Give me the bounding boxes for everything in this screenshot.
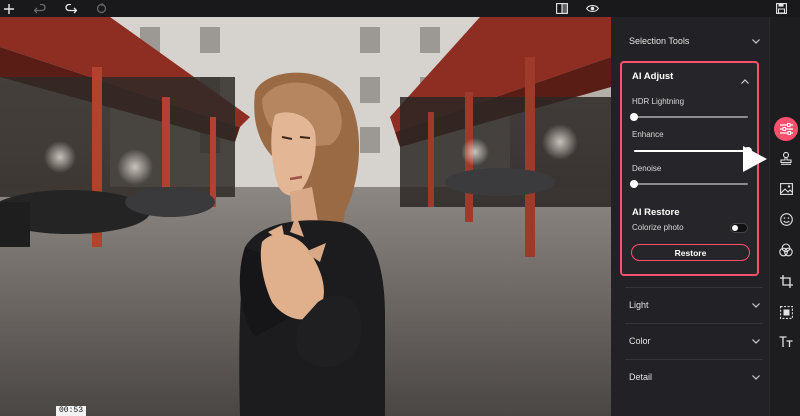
colorize-photo-toggle[interactable] — [730, 223, 748, 233]
photo-canvas[interactable]: 00:53 — [0, 17, 611, 416]
divider — [625, 359, 763, 360]
colorize-photo-label: Colorize photo — [632, 223, 684, 232]
video-timestamp: 00:53 — [56, 406, 87, 416]
top-toolbar — [0, 0, 800, 17]
section-label: Detail — [629, 372, 653, 382]
section-label: Light — [629, 300, 649, 310]
section-selection-tools[interactable]: Selection Tools — [629, 33, 761, 49]
slider-knob[interactable] — [630, 180, 638, 188]
chevron-down-icon — [751, 336, 761, 346]
sliders-icon[interactable] — [774, 117, 798, 141]
section-light[interactable]: Light — [629, 297, 761, 313]
toggle-knob — [732, 225, 738, 231]
save-icon[interactable] — [772, 0, 790, 17]
divider — [625, 287, 763, 288]
pointer-cursor-icon — [742, 145, 768, 178]
denoise-slider[interactable] — [630, 180, 748, 188]
slider-knob[interactable] — [630, 113, 638, 121]
slider-label-enhance: Enhance — [632, 130, 664, 139]
chevron-down-icon — [751, 36, 761, 46]
divider — [625, 323, 763, 324]
chevron-down-icon — [751, 300, 761, 310]
ai-adjust-title: AI Adjust — [632, 71, 674, 82]
plus-icon[interactable] — [0, 0, 18, 17]
enhance-slider[interactable] — [634, 147, 752, 155]
section-label: Selection Tools — [629, 36, 690, 46]
eye-icon[interactable] — [583, 0, 601, 17]
photo-image — [0, 17, 611, 416]
slider-label-denoise: Denoise — [632, 164, 662, 173]
reset-icon[interactable] — [92, 0, 110, 17]
section-detail[interactable]: Detail — [629, 369, 761, 385]
text-icon[interactable] — [774, 330, 798, 354]
restore-button[interactable]: Restore — [631, 244, 750, 261]
ai-adjust-card: AI Adjust HDR Lightning Enhance Denoise … — [620, 61, 759, 276]
section-color[interactable]: Color — [629, 333, 761, 349]
face-icon[interactable] — [774, 207, 798, 231]
adjust-panel: Selection Tools AI Adjust HDR Lightning … — [611, 17, 769, 416]
slider-fill — [634, 150, 748, 152]
section-label: Color — [629, 336, 651, 346]
ai-restore-title: AI Restore — [632, 207, 680, 218]
chevron-up-icon[interactable] — [741, 71, 749, 89]
frame-icon[interactable] — [774, 300, 798, 324]
hdr-lightning-slider[interactable] — [630, 113, 748, 121]
crop-icon[interactable] — [774, 269, 798, 293]
tool-rail — [769, 17, 800, 416]
redo-icon[interactable] — [62, 0, 80, 17]
stamp-icon[interactable] — [774, 146, 798, 170]
chevron-down-icon — [751, 372, 761, 382]
slider-label-hdr: HDR Lightning — [632, 97, 685, 106]
image-icon[interactable] — [774, 177, 798, 201]
compare-icon[interactable] — [553, 0, 571, 17]
undo-icon[interactable] — [31, 0, 49, 17]
color-circles-icon[interactable] — [774, 238, 798, 262]
